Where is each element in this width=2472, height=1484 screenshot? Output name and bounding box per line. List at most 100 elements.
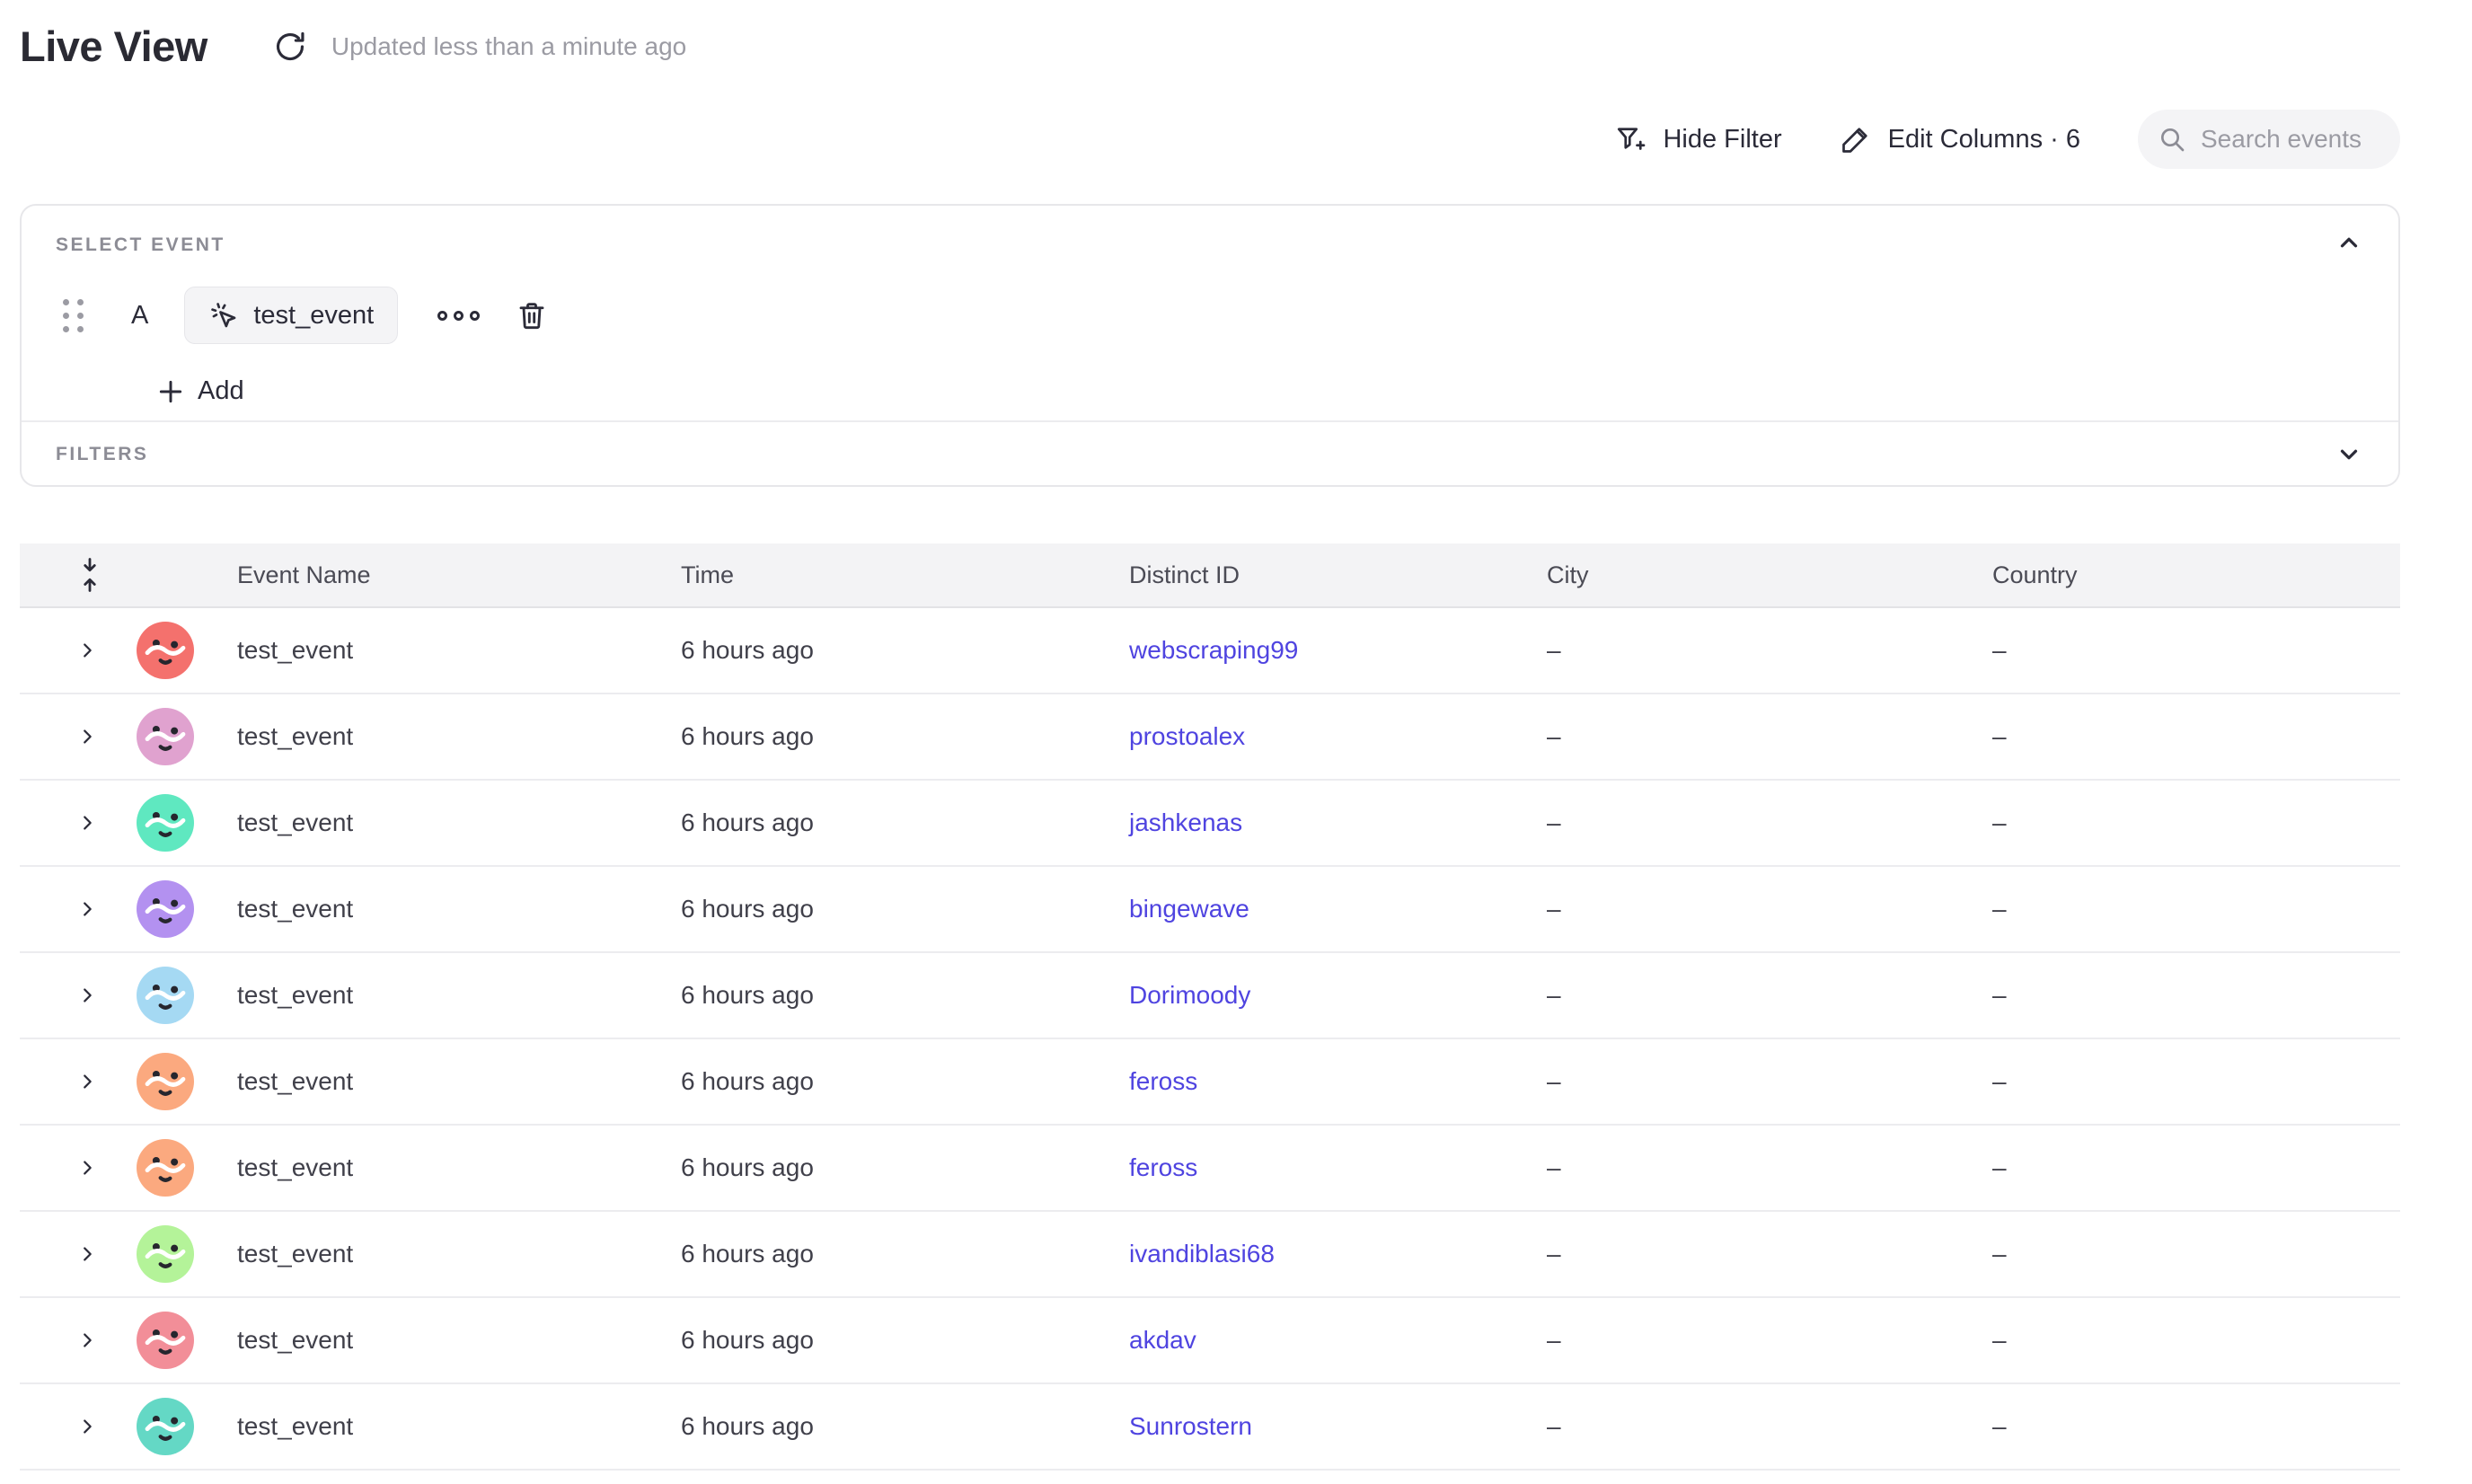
user-avatar bbox=[137, 1053, 194, 1110]
user-avatar bbox=[137, 1398, 194, 1455]
event-name-cell: test_event bbox=[217, 1067, 661, 1096]
pencil-icon bbox=[1840, 123, 1872, 155]
table-row[interactable]: test_event 6 hours ago Dorimoody – – bbox=[20, 953, 2400, 1039]
column-header-time[interactable]: Time bbox=[661, 561, 1109, 589]
updated-status-text: Updated less than a minute ago bbox=[331, 32, 686, 61]
event-name-cell: test_event bbox=[217, 1153, 661, 1182]
distinct-id-link[interactable]: webscraping99 bbox=[1129, 636, 1298, 664]
chevron-up-icon bbox=[2335, 229, 2362, 256]
table-row[interactable]: test_event 6 hours ago prostoalex – – bbox=[20, 694, 2400, 781]
table-row[interactable]: test_event 6 hours ago jashkenas – – bbox=[20, 781, 2400, 867]
column-header-distinct-id[interactable]: Distinct ID bbox=[1109, 561, 1527, 589]
user-avatar bbox=[137, 967, 194, 1024]
expand-row-chevron-icon[interactable] bbox=[77, 813, 97, 833]
distinct-id-link[interactable]: Dorimoody bbox=[1129, 981, 1250, 1009]
event-row: A test_event bbox=[56, 287, 2362, 344]
table-row[interactable]: test_event 6 hours ago bingewave – – bbox=[20, 867, 2400, 953]
events-table: Event Name Time Distinct ID City Country… bbox=[20, 543, 2400, 1484]
expand-row-chevron-icon[interactable] bbox=[77, 1330, 97, 1350]
collapse-section-button[interactable] bbox=[2335, 229, 2362, 261]
table-row[interactable]: test_event 6 hours ago Sunrostern – – bbox=[20, 1384, 2400, 1471]
city-cell: – bbox=[1527, 1326, 1973, 1355]
time-cell: 6 hours ago bbox=[661, 981, 1109, 1010]
refresh-button[interactable] bbox=[270, 27, 310, 66]
time-cell: 6 hours ago bbox=[661, 1153, 1109, 1182]
expand-row-chevron-icon[interactable] bbox=[77, 1244, 97, 1264]
distinct-id-link[interactable]: akdav bbox=[1129, 1326, 1196, 1354]
plus-icon bbox=[156, 377, 185, 406]
search-events-input[interactable] bbox=[2201, 125, 2380, 154]
user-avatar bbox=[137, 880, 194, 938]
distinct-id-link[interactable]: prostoalex bbox=[1129, 722, 1245, 750]
distinct-id-link[interactable]: jashkenas bbox=[1129, 808, 1242, 836]
expand-row-chevron-icon[interactable] bbox=[77, 640, 97, 660]
distinct-id-link[interactable]: feross bbox=[1129, 1153, 1197, 1181]
event-name-cell: test_event bbox=[217, 1412, 661, 1441]
toolbar: Hide Filter Edit Columns · 6 bbox=[0, 110, 2400, 169]
time-cell: 6 hours ago bbox=[661, 636, 1109, 665]
distinct-id-link[interactable]: bingewave bbox=[1129, 895, 1249, 923]
time-cell: 6 hours ago bbox=[661, 1326, 1109, 1355]
trash-icon bbox=[516, 299, 548, 331]
expand-row-chevron-icon[interactable] bbox=[77, 1417, 97, 1436]
refresh-icon bbox=[273, 30, 307, 64]
event-chip-label: test_event bbox=[253, 301, 374, 331]
table-row[interactable]: test_event 6 hours ago feross – – bbox=[20, 1126, 2400, 1212]
hide-filter-button[interactable]: Hide Filter bbox=[1614, 123, 1781, 155]
city-cell: – bbox=[1527, 722, 1973, 751]
country-cell: – bbox=[1973, 895, 2400, 923]
table-row[interactable]: test_event 6 hours ago feross – – bbox=[20, 1039, 2400, 1126]
collapse-rows-button[interactable] bbox=[20, 557, 217, 593]
country-cell: – bbox=[1973, 1412, 2400, 1441]
drag-handle-icon[interactable] bbox=[63, 299, 84, 332]
country-cell: – bbox=[1973, 1240, 2400, 1268]
add-event-button[interactable]: Add bbox=[156, 376, 244, 406]
event-name-cell: test_event bbox=[217, 1326, 661, 1355]
country-cell: – bbox=[1973, 808, 2400, 837]
city-cell: – bbox=[1527, 1153, 1973, 1182]
event-name-cell: test_event bbox=[217, 722, 661, 751]
edit-columns-label: Edit Columns · 6 bbox=[1888, 125, 2080, 155]
expand-row-chevron-icon[interactable] bbox=[77, 985, 97, 1005]
filters-section-header[interactable]: FILTERS bbox=[22, 422, 2398, 487]
event-letter: A bbox=[131, 301, 148, 331]
table-row[interactable]: test_event 6 hours ago ivandiblasi68 – – bbox=[20, 1212, 2400, 1298]
query-builder-card: SELECT EVENT A test_event bbox=[20, 204, 2400, 487]
distinct-id-link[interactable]: Sunrostern bbox=[1129, 1412, 1252, 1440]
time-cell: 6 hours ago bbox=[661, 722, 1109, 751]
table-row[interactable]: test_event 6 hours ago webscraping99 – – bbox=[20, 608, 2400, 694]
column-header-event-name[interactable]: Event Name bbox=[217, 561, 661, 589]
time-cell: 6 hours ago bbox=[661, 1412, 1109, 1441]
partial-next-row bbox=[20, 1471, 2400, 1484]
select-event-label: SELECT EVENT bbox=[56, 234, 2362, 256]
page-header: Live View Updated less than a minute ago bbox=[20, 22, 686, 71]
expand-row-chevron-icon[interactable] bbox=[77, 1072, 97, 1091]
event-name-cell: test_event bbox=[217, 1240, 661, 1268]
event-name-cell: test_event bbox=[217, 808, 661, 837]
event-name-cell: test_event bbox=[217, 636, 661, 665]
distinct-id-link[interactable]: feross bbox=[1129, 1067, 1197, 1095]
column-header-city[interactable]: City bbox=[1527, 561, 1973, 589]
collapse-rows-icon bbox=[77, 557, 102, 593]
column-header-country[interactable]: Country bbox=[1973, 561, 2400, 589]
event-selector-chip[interactable]: test_event bbox=[184, 287, 398, 344]
delete-event-button[interactable] bbox=[516, 299, 548, 331]
search-events-box[interactable] bbox=[2138, 110, 2400, 169]
city-cell: – bbox=[1527, 1067, 1973, 1096]
country-cell: – bbox=[1973, 981, 2400, 1010]
filters-label: FILTERS bbox=[56, 444, 148, 465]
event-name-cell: test_event bbox=[217, 895, 661, 923]
expand-row-chevron-icon[interactable] bbox=[77, 899, 97, 919]
distinct-id-link[interactable]: ivandiblasi68 bbox=[1129, 1240, 1275, 1268]
expand-row-chevron-icon[interactable] bbox=[77, 1158, 97, 1178]
time-cell: 6 hours ago bbox=[661, 1240, 1109, 1268]
search-icon bbox=[2158, 125, 2186, 154]
more-options-icon[interactable] bbox=[428, 302, 489, 330]
city-cell: – bbox=[1527, 1240, 1973, 1268]
country-cell: – bbox=[1973, 1326, 2400, 1355]
city-cell: – bbox=[1527, 808, 1973, 837]
expand-row-chevron-icon[interactable] bbox=[77, 727, 97, 746]
country-cell: – bbox=[1973, 1067, 2400, 1096]
edit-columns-button[interactable]: Edit Columns · 6 bbox=[1840, 123, 2080, 155]
table-row[interactable]: test_event 6 hours ago akdav – – bbox=[20, 1298, 2400, 1384]
